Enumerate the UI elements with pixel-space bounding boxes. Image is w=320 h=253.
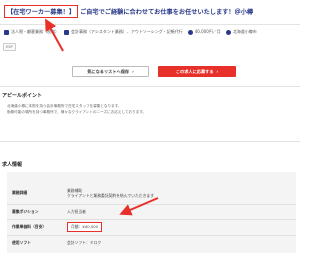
save-button-label: 気になるリストへ保存 [87,68,130,74]
meta-location: 北海道小樽市 [225,29,257,35]
meta-category-label: 法人税・顧客業務（税務） [11,29,59,34]
meta-job-type: 会計事務（アシスタント業務）、アウトソーシング・記帳代行 [64,29,183,35]
table-row: 業務詳細 業務補助 クライアントと業務委託契約を結んでいただきます [7,184,296,202]
row-label: 作業単価料（目安） [12,224,47,229]
row-label: 使用ソフト [12,240,31,245]
location-icon [225,29,231,35]
job-meta: 法人税・顧客業務（税務） 会計事務（アシスタント業務）、アウトソーシング・記帳代… [4,29,298,35]
meta-job-type-label: 会計事務（アシスタント業務）、アウトソーシング・記帳代行 [71,29,183,34]
page-title: 【在宅ワーカー募集！】 ご自宅でご経験に合わせてお仕事をお任せいたします！＠小樽 [4,5,253,18]
apply-button[interactable]: この求人に応募する › [158,66,236,77]
salary-highlight: 月額：¥40,000 [67,222,103,232]
job-info-section-title: 求人情報 [2,162,23,168]
apply-button-label: この求人に応募する [175,68,214,74]
meta-location-label: 北海道小樽市 [232,29,257,34]
title-highlight: 【在宅ワーカー募集！】 [4,5,79,18]
appeal-line: 勤務可能の場所を持つ事務所で、様々なクライアントのニーズにお応えしております。 [7,110,147,114]
job-tag: ESP [3,43,16,51]
arrow-to-title [45,18,64,52]
building-icon [4,29,9,35]
row-value: 入力担当者 [67,209,86,214]
divider [0,24,300,25]
title-rest: ご自宅でご経験に合わせてお仕事をお任せいたします！＠小樽 [80,9,254,16]
appeal-text: 北海道小樽に本拠を持つ会計事務所で在宅スタッフを募集となります。 勤務可能の場所… [7,103,146,115]
meta-salary: 40,000円／月 [187,29,221,35]
job-info-table: 業務詳細 業務補助 クライアントと業務委託契約を結んでいただきます 募集ポジショ… [7,172,296,253]
appeal-section-title: アピールポイント [2,93,43,99]
briefcase-icon [64,29,69,35]
row-divider [7,219,296,220]
save-to-list-button[interactable]: 気になるリストへ保存 › [72,66,149,77]
table-row: 作業単価料（目安） 月額：¥40,000 [7,222,296,232]
row-label: 業務詳細 [12,190,28,195]
meta-salary-label: 40,000円／月 [194,29,221,34]
row-label: 募集ポジション [12,209,39,214]
chevron-right-icon: › [216,69,219,74]
table-row: 使用ソフト 会計ソフト：ミロク [7,239,296,247]
row-divider [7,204,296,205]
row-value: 会計ソフト：ミロク [67,240,102,245]
row-value: 月額：¥40,000 [67,222,103,232]
divider [0,86,300,87]
row-divider [7,235,296,236]
divider [0,141,300,142]
yen-icon [187,29,193,35]
table-row: 募集ポジション 入力担当者 [7,208,296,216]
row-value: 業務補助 クライアントと業務委託契約を結んでいただきます [67,187,154,199]
meta-category: 法人税・顧客業務（税務） [4,29,59,35]
chevron-right-icon: › [132,69,134,74]
